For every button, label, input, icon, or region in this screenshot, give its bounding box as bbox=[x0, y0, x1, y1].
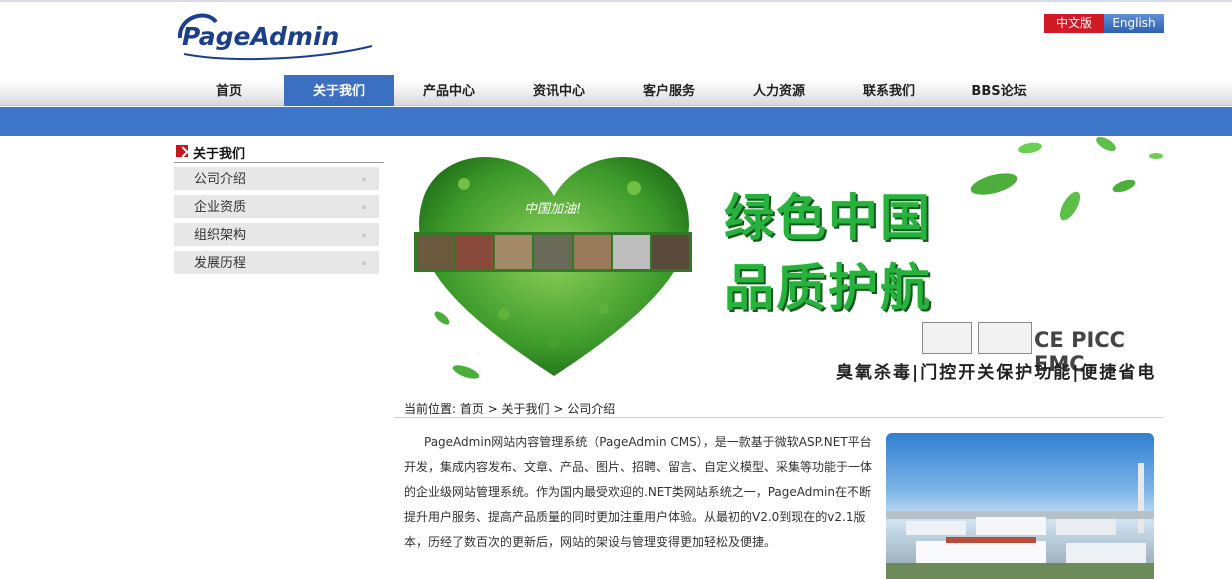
lang-chinese-button[interactable]: 中文版 bbox=[1044, 14, 1104, 33]
sidebar-item-qualifications[interactable]: 企业资质 » bbox=[174, 195, 379, 218]
sidebar-item-history[interactable]: 发展历程 » bbox=[174, 251, 379, 274]
double-chevron-icon: » bbox=[361, 231, 367, 241]
sidebar-item-label: 组织架构 bbox=[194, 228, 247, 243]
arrow-bullet-icon bbox=[176, 145, 188, 157]
top-divider bbox=[0, 0, 1232, 2]
breadcrumb-divider bbox=[394, 417, 1164, 418]
double-chevron-icon: » bbox=[361, 259, 367, 269]
double-chevron-icon: » bbox=[361, 175, 367, 185]
breadcrumb: 当前位置: 首页 > 关于我们 > 公司介绍 bbox=[404, 402, 616, 416]
pageadmin-logo[interactable]: PageAdmin bbox=[176, 8, 376, 64]
nav-contact-us[interactable]: 联系我们 bbox=[834, 75, 944, 106]
logo-text: PageAdmin bbox=[182, 22, 340, 51]
sidebar-item-organization[interactable]: 组织架构 » bbox=[174, 223, 379, 246]
nav-about-us[interactable]: 关于我们 bbox=[284, 75, 394, 106]
leaf-decoration-icon bbox=[434, 137, 1163, 379]
sidebar-item-label: 公司介绍 bbox=[194, 172, 247, 187]
nav-customer-service[interactable]: 客户服务 bbox=[614, 75, 724, 106]
nav-products[interactable]: 产品中心 bbox=[394, 75, 504, 106]
nav-human-resources[interactable]: 人力资源 bbox=[724, 75, 834, 106]
sidebar-title: 关于我们 bbox=[193, 147, 246, 162]
sidebar-header: 关于我们 bbox=[174, 144, 384, 163]
lang-english-button[interactable]: English bbox=[1104, 14, 1164, 33]
nav-bbs-forum[interactable]: BBS论坛 bbox=[944, 75, 1054, 106]
article-body: PageAdmin网站内容管理系统（PageAdmin CMS），是一款基于微软… bbox=[404, 435, 873, 549]
factory-photo bbox=[886, 433, 1154, 579]
nav-news[interactable]: 资讯中心 bbox=[504, 75, 614, 106]
factory-illustration-icon bbox=[886, 463, 1154, 579]
sidebar-item-label: 发展历程 bbox=[194, 256, 247, 271]
banner-image: 中国加油! 绿色中国 品质护航 CE PICC EMC 臭氧杀毒|门控开关保护功… bbox=[394, 136, 1164, 388]
sidebar-item-company-intro[interactable]: 公司介绍 » bbox=[174, 167, 379, 190]
sidebar-item-label: 企业资质 bbox=[194, 200, 247, 215]
blue-band bbox=[0, 107, 1232, 136]
double-chevron-icon: » bbox=[361, 203, 367, 213]
nav-home[interactable]: 首页 bbox=[174, 75, 284, 106]
